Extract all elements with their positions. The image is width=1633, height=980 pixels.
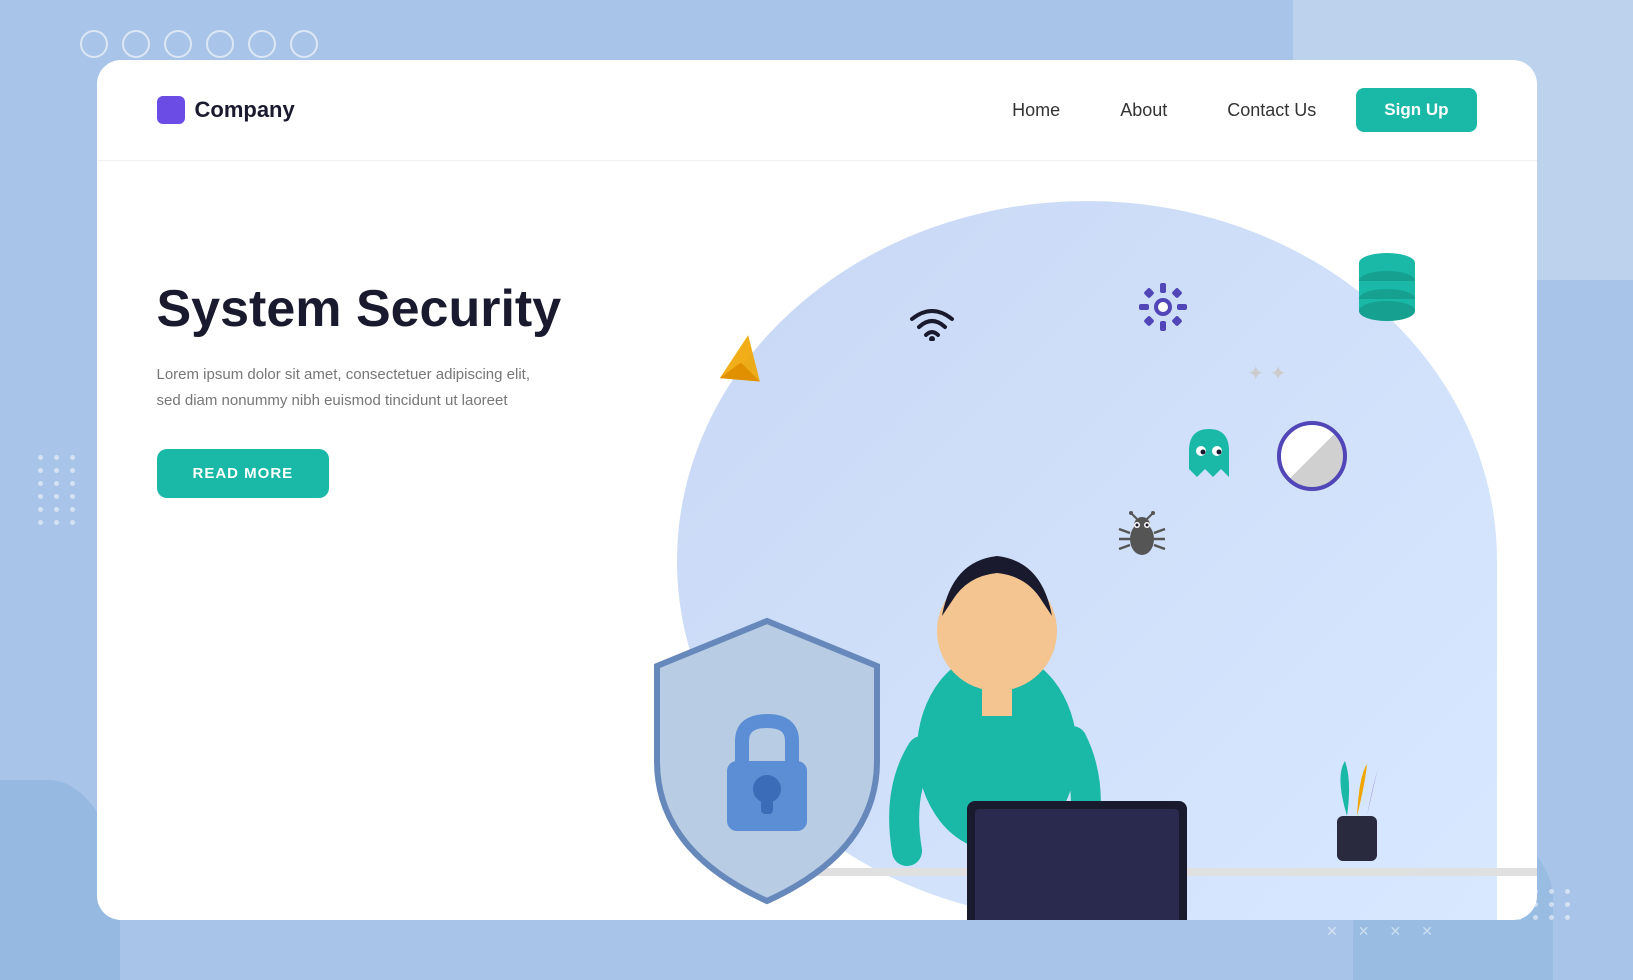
hero-left: System Security Lorem ipsum dolor sit am… (157, 221, 577, 920)
sparkle-icon: ✦ ✦ (1247, 361, 1286, 386)
nav-about[interactable]: About (1120, 100, 1167, 121)
navbar: Company Home About Contact Us Sign Up (97, 60, 1537, 161)
circle-decoration (1277, 421, 1347, 491)
gear-icon (1137, 281, 1189, 345)
wifi-icon (907, 301, 957, 351)
dots-left (38, 455, 78, 525)
hero-right: ✦ ✦ (577, 221, 1477, 920)
nav-contact[interactable]: Contact Us (1227, 100, 1316, 121)
main-card: Company Home About Contact Us Sign Up Sy… (97, 60, 1537, 920)
hero: System Security Lorem ipsum dolor sit am… (97, 161, 1537, 920)
signup-button[interactable]: Sign Up (1356, 88, 1476, 132)
nav-links: Home About Contact Us (1012, 100, 1316, 121)
x-marks: ✕ ✕ ✕ ✕ (1326, 923, 1433, 940)
nav-home[interactable]: Home (1012, 100, 1060, 121)
read-more-button[interactable]: READ MORE (157, 449, 330, 498)
bg-circles (80, 30, 318, 58)
database-icon (1357, 251, 1417, 333)
logo-label: Company (195, 97, 295, 123)
person-illustration (777, 431, 1257, 920)
logo[interactable]: Company (157, 96, 295, 124)
logo-icon (157, 96, 185, 124)
pencil-cup (1317, 756, 1397, 871)
hero-title: System Security (157, 281, 577, 338)
hero-description: Lorem ipsum dolor sit amet, consectetuer… (157, 362, 537, 413)
